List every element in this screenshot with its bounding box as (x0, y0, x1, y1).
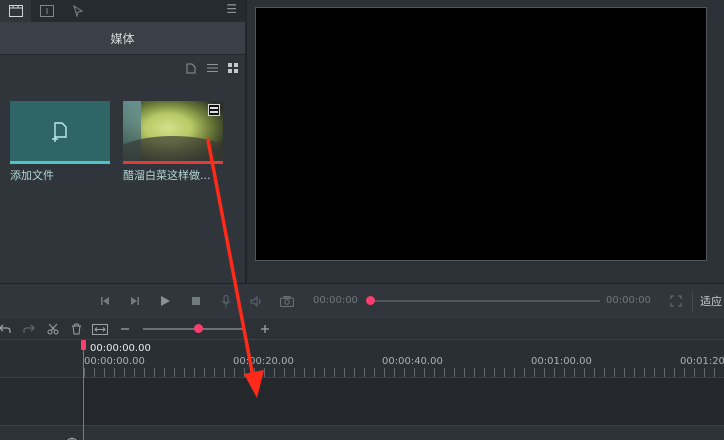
tab-text[interactable] (31, 0, 62, 22)
volume-button[interactable] (247, 292, 265, 310)
eye-icon[interactable] (67, 429, 77, 440)
ruler-label: 00:00:40.00 (382, 356, 443, 367)
delete-button[interactable] (67, 320, 85, 338)
play-button[interactable] (156, 292, 174, 310)
skip-back-icon (101, 297, 109, 305)
previous-frame-button[interactable] (96, 292, 114, 310)
menu-icon[interactable]: ☰ (226, 2, 237, 16)
video-thumbnail[interactable] (123, 101, 223, 161)
zoom-slider-handle[interactable] (194, 324, 203, 333)
playhead-handle[interactable] (81, 340, 86, 350)
total-time: 00:00:00 (606, 295, 651, 306)
add-file-icon (52, 122, 67, 142)
volume-icon (250, 295, 260, 307)
preview-screen (255, 7, 707, 261)
media-item-label: 添加文件 (10, 169, 54, 182)
minus-icon (121, 328, 129, 330)
ruler-label: 00:00:00.00 (84, 356, 145, 367)
camera-icon (280, 295, 294, 307)
zoom-in-button[interactable] (256, 320, 274, 338)
stop-icon (192, 297, 200, 305)
redo-icon (23, 324, 35, 333)
player-controls: 00:00:00 00:00:00 适应 (0, 283, 724, 319)
undo-button[interactable] (0, 320, 14, 338)
ruler-header (0, 340, 82, 378)
ruler-label: 00:01:00.00 (531, 356, 592, 367)
zoom-slider-track[interactable] (143, 328, 243, 330)
text-icon (39, 5, 54, 17)
library-tabs: ☰ (0, 0, 245, 22)
record-voice-button[interactable] (217, 292, 235, 310)
add-file-thumbnail[interactable] (10, 101, 110, 161)
ruler-label: 00:01:20.00 (680, 356, 724, 367)
edit-toolbar (0, 319, 724, 339)
tab-media[interactable] (0, 0, 31, 22)
current-time: 00:00:00 (313, 295, 358, 306)
playback-progress-track[interactable] (368, 300, 600, 302)
add-file-card[interactable]: 添加文件 (10, 101, 110, 183)
audio-track[interactable] (0, 425, 724, 440)
stop-button[interactable] (187, 292, 205, 310)
film-strip-icon (8, 5, 23, 17)
video-clip-icon (208, 104, 220, 116)
selection-underline (10, 161, 110, 164)
view-options (185, 62, 239, 74)
preview-panel (245, 0, 724, 283)
redo-button[interactable] (20, 320, 38, 338)
tab-transitions[interactable] (62, 0, 93, 22)
divider (692, 292, 693, 312)
playhead[interactable] (83, 342, 84, 440)
zoom-out-button[interactable] (116, 320, 134, 338)
new-file-icon[interactable] (185, 62, 197, 74)
fullscreen-icon (670, 295, 682, 307)
list-view-icon[interactable] (206, 62, 218, 74)
next-frame-button[interactable] (126, 292, 144, 310)
scissors-icon (47, 323, 59, 335)
cut-button[interactable] (44, 320, 62, 338)
clip-underline (123, 161, 223, 164)
fit-width-icon (92, 323, 108, 335)
media-title: 媒体 (110, 31, 135, 46)
media-panel: ☰ 媒体 添加文件 醋溜白菜这样做... (0, 0, 245, 283)
grid-view-icon[interactable] (227, 62, 239, 74)
skip-forward-icon (131, 297, 139, 305)
track-header (0, 378, 82, 426)
playhead-time: 00:00:00.00 (90, 343, 151, 354)
cursor-icon (72, 5, 83, 17)
snapshot-button[interactable] (278, 292, 296, 310)
ruler-label: 00:00:20.00 (233, 356, 294, 367)
plus-icon (261, 325, 269, 333)
playback-progress-handle[interactable] (366, 296, 375, 305)
play-icon (161, 296, 170, 306)
undo-icon (0, 324, 11, 333)
fit-dropdown[interactable]: 适应 (700, 293, 722, 309)
video-track[interactable] (0, 377, 724, 426)
media-header: 媒体 (0, 22, 245, 55)
thumbnail-region (123, 136, 223, 161)
trash-icon (71, 323, 81, 335)
video-clip-card[interactable]: 醋溜白菜这样做... (123, 101, 223, 183)
microphone-icon (221, 294, 231, 307)
timeline-ruler[interactable]: 00:00:00.00 00:00:00.00 00:00:20.00 00:0… (0, 339, 724, 378)
media-item-label: 醋溜白菜这样做... (123, 169, 211, 182)
fit-timeline-button[interactable] (91, 320, 109, 338)
fullscreen-button[interactable] (667, 292, 685, 310)
